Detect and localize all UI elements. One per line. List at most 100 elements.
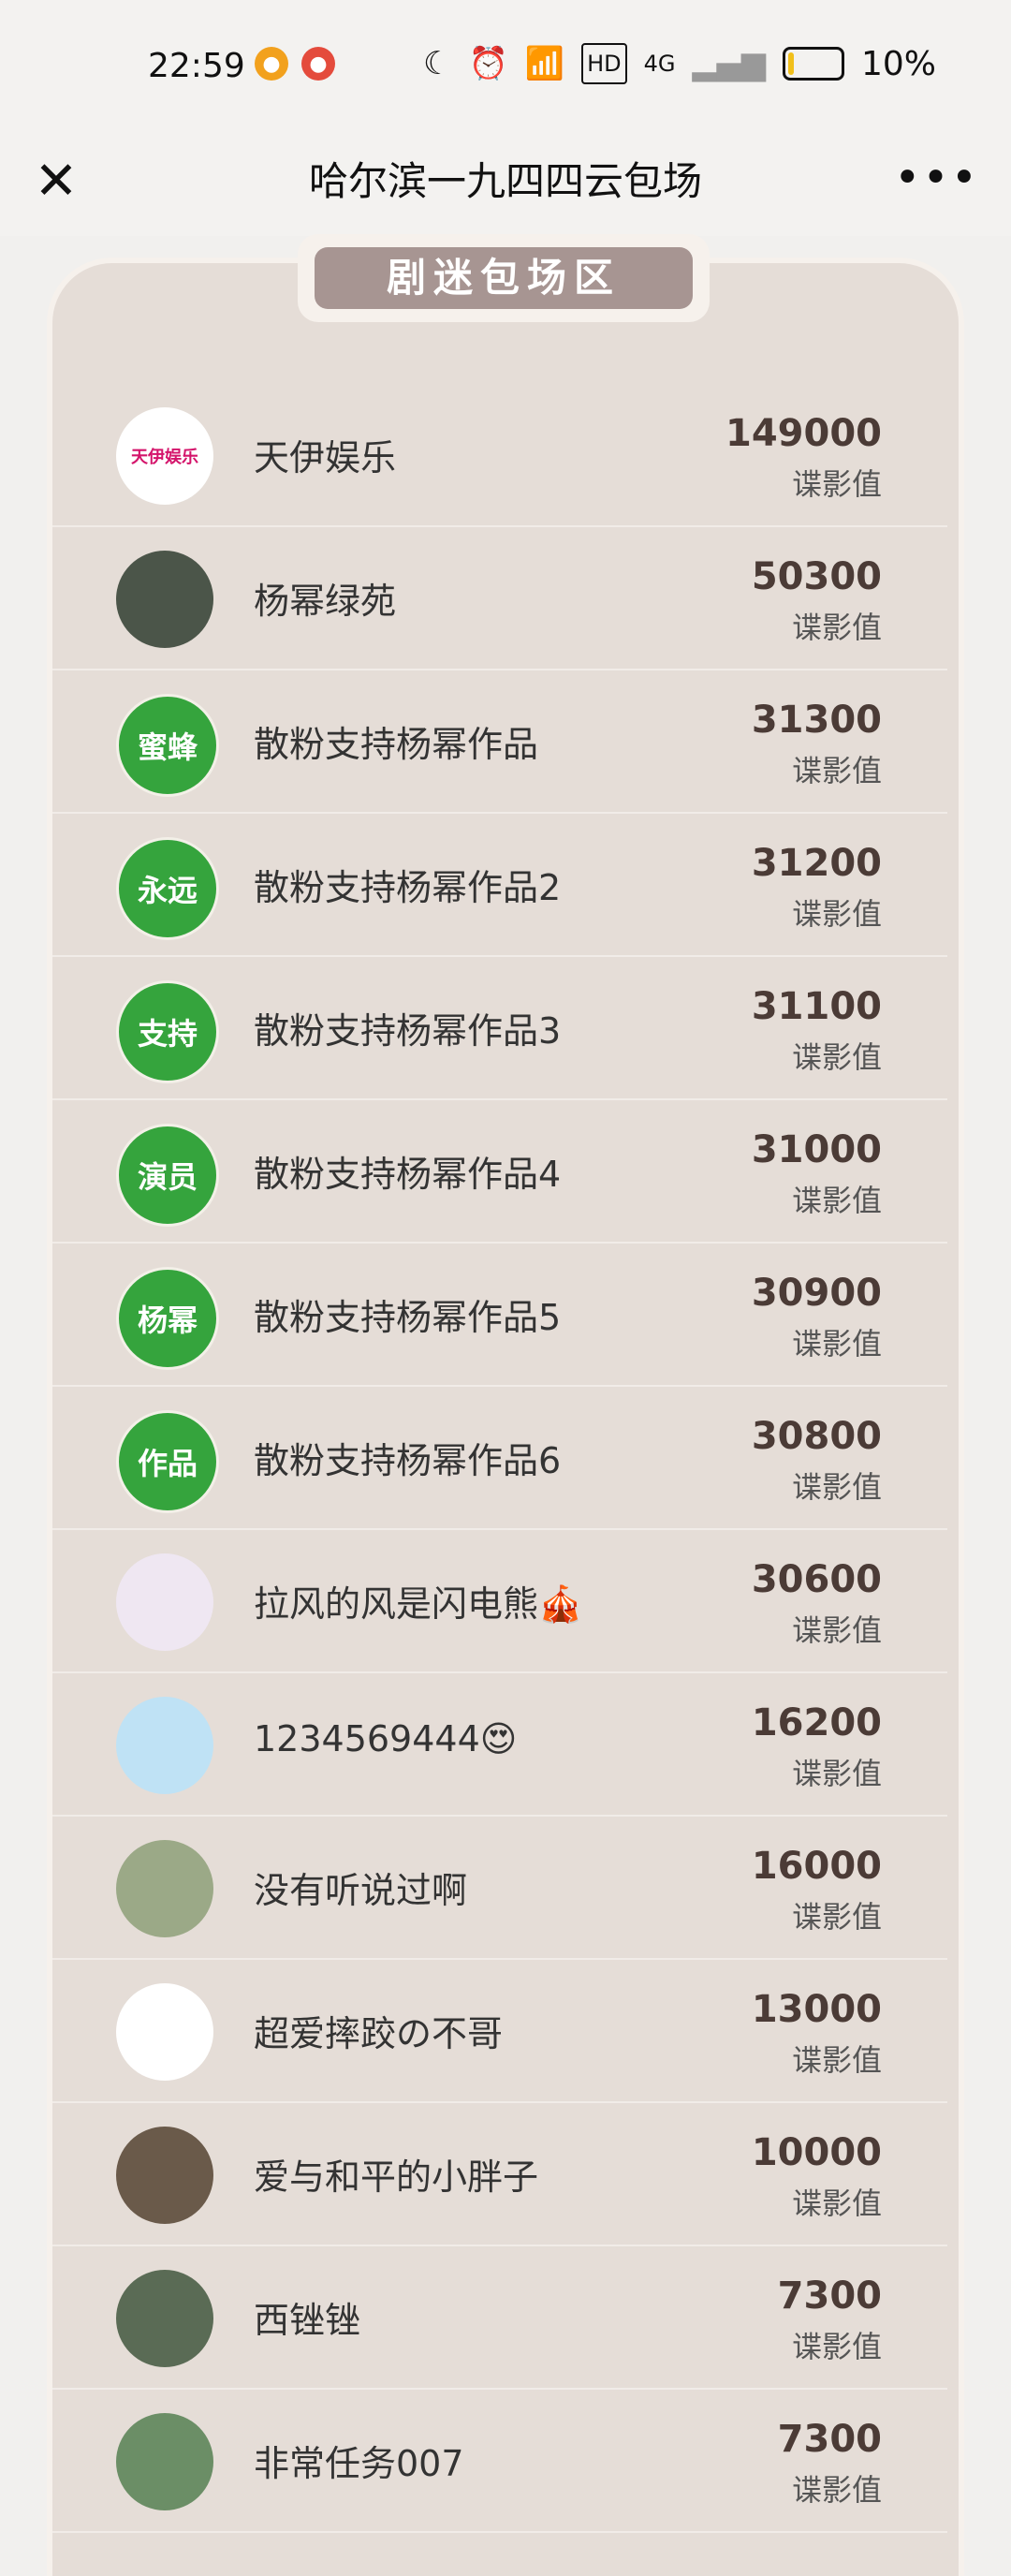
score-value: 31000: [751, 1128, 882, 1171]
item-score: 30800 谍影值: [752, 1415, 882, 1507]
score-unit: 谍影值: [791, 2472, 882, 2508]
battery-percent: 10%: [860, 44, 936, 83]
hd-icon: HD: [581, 43, 627, 84]
item-name: 没有听说过啊: [254, 1870, 468, 1911]
avatar: 天伊娱乐: [116, 407, 213, 505]
list-item[interactable]: 天伊娱乐 天伊娱乐 149000 谍影值: [52, 384, 947, 527]
status-time: 22:59: [148, 47, 245, 85]
score-unit: 谍影值: [791, 2042, 882, 2078]
avatar: [116, 551, 213, 648]
list-item[interactable]: 非常任务007 7300 谍影值: [52, 2390, 947, 2533]
list-item[interactable]: 没有听说过啊 16000 谍影值: [52, 1817, 947, 1960]
list-item[interactable]: 拉风的风是闪电熊🎪 30600 谍影值: [52, 1530, 947, 1673]
item-name: 散粉支持杨幂作品4: [254, 1154, 562, 1195]
weibo-icon: ●: [255, 47, 288, 81]
score-unit: 谍影值: [791, 610, 882, 645]
item-name: 散粉支持杨幂作品6: [254, 1440, 562, 1481]
avatar: [116, 1983, 213, 2081]
avatar: 永远: [116, 837, 219, 940]
avatar-text: 蜜蜂: [137, 729, 198, 765]
item-score: 31300 谍影值: [752, 699, 882, 790]
list-item[interactable]: 超爱摔跤の不哥 13000 谍影值: [52, 1960, 947, 2103]
item-name: 拉风的风是闪电熊🎪: [254, 1583, 583, 1625]
avatar: 作品: [116, 1410, 219, 1513]
score-unit: 谍影值: [791, 466, 882, 502]
alarm-icon: ⏰: [468, 45, 508, 82]
system-icons: ☾ ⏰ 📶 HD 4G ▂▄▆ 10%: [423, 43, 936, 84]
item-score: 50300 谍影值: [752, 555, 882, 647]
list-item[interactable]: 作品 散粉支持杨幂作品6 30800 谍影值: [52, 1387, 947, 1530]
wifi-icon: 📶: [524, 45, 565, 82]
item-name: 杨幂绿苑: [254, 581, 397, 622]
list-item[interactable]: 蜜蜂 散粉支持杨幂作品 31300 谍影值: [52, 670, 947, 814]
avatar: 演员: [116, 1124, 219, 1227]
list-item[interactable]: 支持 散粉支持杨幂作品3 31100 谍影值: [52, 957, 947, 1100]
notification-icons: ● ●: [255, 47, 335, 81]
page-title: 哈尔滨一九四四云包场: [308, 158, 702, 204]
score-unit: 谍影值: [791, 2186, 882, 2221]
list-item[interactable]: 演员 散粉支持杨幂作品4 31000 谍影值: [52, 1100, 947, 1244]
item-name: 1234569444😍: [254, 1718, 518, 1759]
score-value: 16200: [751, 1701, 882, 1744]
signal-weak-icon: ▂▄▆: [692, 45, 766, 82]
item-score: 149000 谍影值: [725, 412, 882, 504]
avatar-text: 演员: [137, 1159, 198, 1195]
list-item[interactable]: 杨幂绿苑 50300 谍影值: [52, 527, 947, 670]
avatar: [116, 1697, 213, 1794]
score-unit: 谍影值: [791, 896, 882, 932]
score-value: 31100: [751, 985, 882, 1028]
score-unit: 谍影值: [791, 2329, 882, 2364]
list-item[interactable]: 永远 散粉支持杨幂作品2 31200 谍影值: [52, 814, 947, 957]
section-badge: 剧迷包场区: [298, 234, 710, 322]
score-value: 31200: [751, 842, 882, 885]
list-item[interactable]: 1234569444😍 16200 谍影值: [52, 1673, 947, 1817]
moon-icon: ☾: [422, 45, 452, 82]
item-score: 7300 谍影值: [778, 2274, 882, 2366]
list-item[interactable]: 西锉锉 7300 谍影值: [52, 2246, 947, 2390]
item-score: 30900 谍影值: [752, 1272, 882, 1363]
item-score: 31000 谍影值: [752, 1128, 882, 1220]
score-unit: 谍影值: [791, 1469, 882, 1505]
more-button[interactable]: •••: [894, 152, 979, 204]
item-score: 10000 谍影值: [752, 2131, 882, 2223]
item-name: 爱与和平的小胖子: [254, 2156, 539, 2198]
score-value: 16000: [751, 1845, 882, 1888]
avatar-text: 永远: [137, 873, 198, 908]
score-unit: 谍影值: [791, 753, 882, 788]
score-unit: 谍影值: [791, 1899, 882, 1935]
app-notification-icon: ●: [301, 47, 335, 81]
score-value: 10000: [751, 2131, 882, 2174]
score-value: 7300: [777, 2274, 882, 2318]
item-name: 超爱摔跤の不哥: [254, 2013, 504, 2054]
avatar: 杨幂: [116, 1267, 219, 1370]
score-unit: 谍影值: [791, 1039, 882, 1075]
item-name: 散粉支持杨幂作品: [254, 724, 539, 765]
avatar: 支持: [116, 980, 219, 1083]
score-value: 50300: [751, 555, 882, 598]
avatar: 蜜蜂: [116, 694, 219, 797]
list-item[interactable]: 爱与和平的小胖子 10000 谍影值: [52, 2103, 947, 2246]
item-score: 13000 谍影值: [752, 1988, 882, 2080]
battery-icon: [782, 47, 844, 81]
score-value: 7300: [777, 2418, 882, 2461]
avatar: [116, 2270, 213, 2367]
score-value: 30900: [751, 1272, 882, 1315]
avatar: [116, 1840, 213, 1937]
score-value: 149000: [725, 412, 882, 455]
list-item[interactable]: 杨幂 散粉支持杨幂作品5 30900 谍影值: [52, 1244, 947, 1387]
item-score: 31100 谍影值: [752, 985, 882, 1077]
score-value: 30600: [751, 1558, 882, 1601]
score-unit: 谍影值: [791, 1183, 882, 1218]
item-score: 16200 谍影值: [752, 1701, 882, 1793]
score-unit: 谍影值: [791, 1326, 882, 1362]
avatar-text: 作品: [137, 1446, 198, 1481]
avatar: [116, 2413, 213, 2510]
avatar-text: 杨幂: [137, 1303, 198, 1338]
score-value: 30800: [751, 1415, 882, 1458]
item-score: 16000 谍影值: [752, 1845, 882, 1936]
item-name: 散粉支持杨幂作品5: [254, 1297, 562, 1338]
item-score: 31200 谍影值: [752, 842, 882, 934]
section-badge-label: 剧迷包场区: [315, 247, 693, 309]
score-unit: 谍影值: [791, 1756, 882, 1791]
item-name: 西锉锉: [254, 2300, 361, 2341]
